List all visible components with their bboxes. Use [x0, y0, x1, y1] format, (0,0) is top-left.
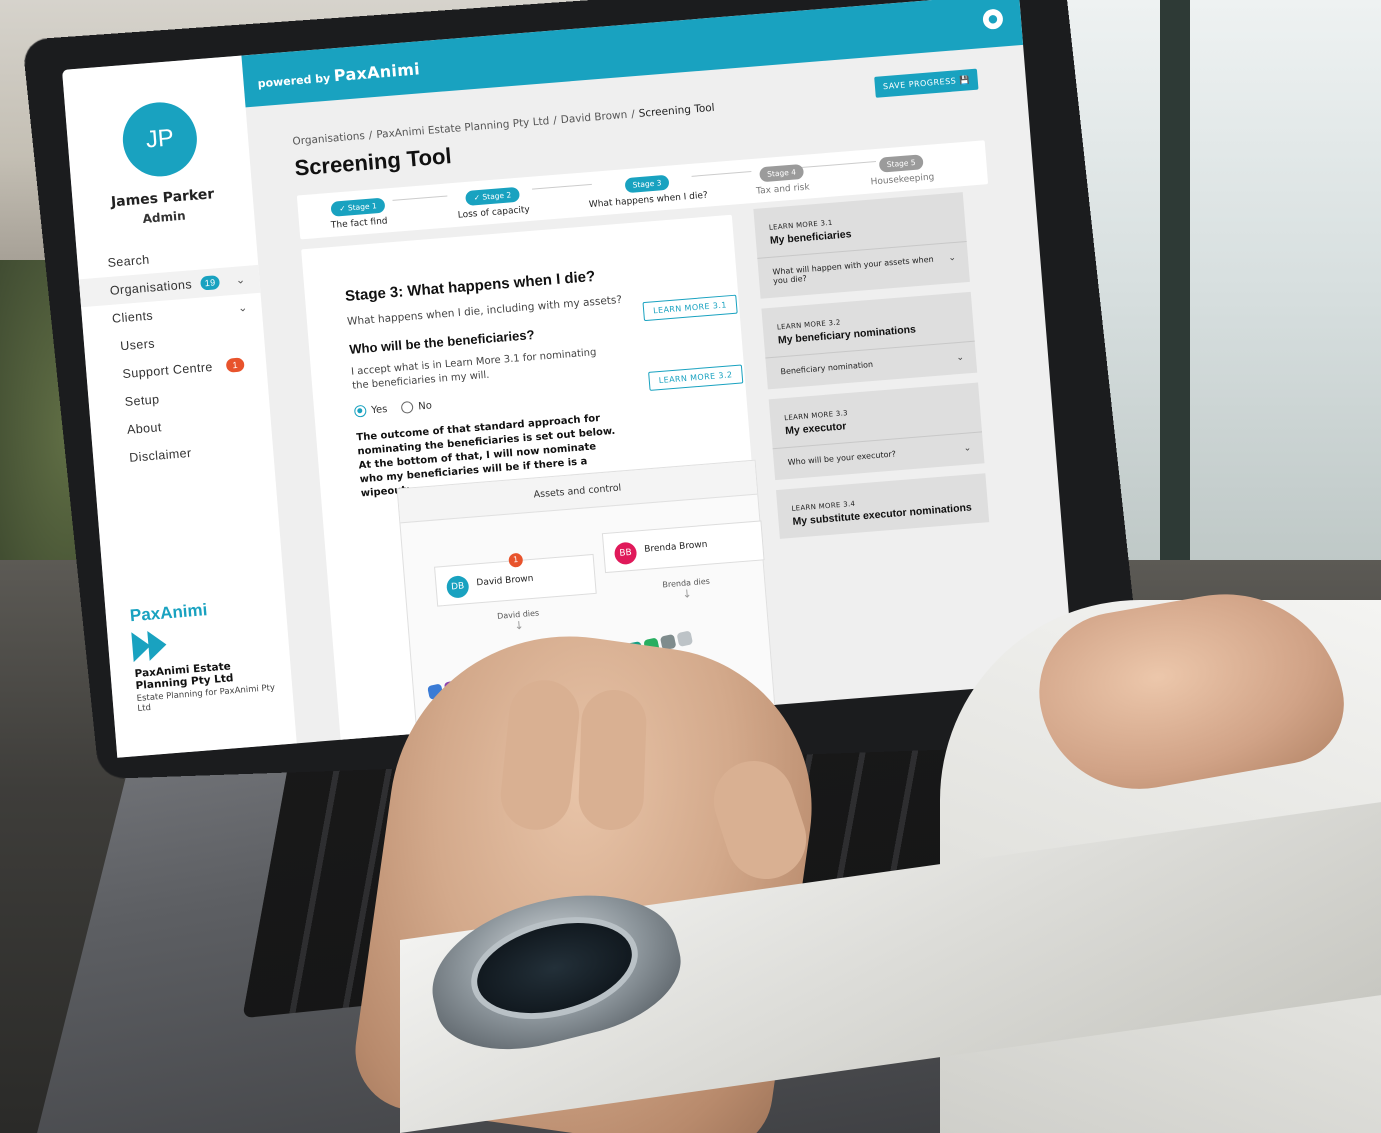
powered-by: powered by PaxAnimi — [257, 59, 421, 91]
stage-label: Tax and risk — [755, 182, 811, 197]
brand-mark-icon — [131, 629, 177, 663]
brand-block: PaxAnimi PaxAnimi Estate Planning Pty Lt… — [129, 594, 287, 714]
alert-badge: 1 — [225, 357, 245, 373]
learn-more-card[interactable]: LEARN MORE 3.3 My executor Who will be y… — [768, 382, 985, 481]
stage-1-step[interactable]: ✓ Stage 1 The fact find — [317, 192, 399, 232]
sidebar-nav: Search Organisations 19 ⌄ Clients ⌄ User… — [77, 237, 274, 475]
learn-more-card[interactable]: LEARN MORE 3.2 My beneficiary nomination… — [761, 291, 978, 390]
sidebar-item-label: Search — [107, 252, 151, 270]
sidebar-item-label: Setup — [124, 392, 160, 410]
stage-pill: Stage 4 — [758, 163, 805, 183]
avatar[interactable]: JP — [120, 99, 200, 180]
radio-no[interactable]: No — [400, 399, 433, 414]
radio-yes-label: Yes — [370, 404, 388, 417]
sidebar-item-label: Users — [119, 336, 156, 354]
stage-3-step[interactable]: Stage 3 What happens when I die? — [586, 167, 708, 211]
sidebar-item-label: Clients — [111, 308, 154, 326]
user-icon[interactable]: ● — [982, 8, 1004, 30]
chevron-down-icon[interactable]: ⌄ — [963, 443, 971, 454]
sidebar-item-label: Disclaimer — [128, 445, 193, 465]
step-connector — [392, 195, 448, 201]
learn-more-question: Who will be your executor? — [787, 449, 897, 468]
powered-prefix: powered by — [257, 71, 331, 91]
breadcrumb-item[interactable]: PaxAnimi Estate Planning Pty Ltd — [376, 115, 550, 141]
stage-2-step[interactable]: ✓ Stage 2 Loss of capacity — [447, 180, 539, 221]
learn-more-panel: LEARN MORE 3.1 My beneficiaries What wil… — [753, 192, 990, 549]
sidebar-item-label: Organisations — [109, 277, 193, 298]
stage-label: Housekeeping — [870, 172, 935, 188]
trash-icon[interactable] — [676, 630, 694, 647]
count-badge: 19 — [200, 275, 221, 291]
chevron-down-icon[interactable]: ⌄ — [235, 266, 247, 295]
stage-label: What happens when I die? — [588, 190, 709, 211]
stage-label: Loss of capacity — [457, 204, 531, 221]
breadcrumb-separator: / — [552, 114, 558, 127]
beneficiary-radio-group: Yes No — [353, 399, 433, 418]
stage-label: The fact find — [330, 216, 388, 231]
window-frame — [1160, 0, 1190, 620]
breadcrumb-item[interactable]: Organisations — [292, 130, 365, 148]
page-title: Screening Tool — [293, 143, 453, 181]
brand-logo: PaxAnimi — [129, 600, 208, 626]
watch-face — [460, 900, 649, 1036]
chevron-down-icon[interactable]: ⌄ — [237, 294, 249, 323]
radio-unchecked-icon — [400, 400, 414, 414]
stage-5-step[interactable]: Stage 5 Housekeeping — [860, 148, 942, 188]
finger — [577, 688, 648, 832]
stage-pill: ✓ Stage 2 — [465, 186, 520, 207]
learn-more-question: Beneficiary nomination — [780, 359, 874, 377]
radio-checked-icon — [353, 404, 367, 418]
warning-badge: 1 — [508, 552, 524, 568]
save-progress-button[interactable]: SAVE PROGRESS 💾 — [874, 68, 979, 98]
breadcrumb-item[interactable]: David Brown — [560, 109, 627, 126]
learn-more-question: What will happen with your assets when y… — [772, 254, 934, 286]
learn-more-3-1-button[interactable]: LEARN MORE 3.1 — [642, 294, 738, 322]
step-connector — [532, 183, 592, 190]
learn-more-card[interactable]: LEARN MORE 3.1 My beneficiaries What wil… — [753, 192, 970, 299]
sidebar-item-label: Support Centre — [122, 359, 214, 382]
stage-pill: ✓ Stage 1 — [330, 197, 386, 217]
radio-no-label: No — [417, 400, 433, 413]
chevron-down-icon[interactable]: ⌄ — [956, 353, 964, 364]
stage-pill: Stage 3 — [624, 174, 670, 194]
sidebar-item-label: About — [126, 420, 163, 437]
powered-brand: PaxAnimi — [333, 59, 421, 86]
stage-pill: Stage 5 — [878, 154, 925, 173]
breadcrumb: Organisations / PaxAnimi Estate Planning P… — [292, 102, 715, 148]
stage-4-step[interactable]: Stage 4 Tax and risk — [746, 158, 819, 198]
learn-more-3-2-button[interactable]: LEARN MORE 3.2 — [648, 364, 744, 391]
chevron-down-icon[interactable]: ⌄ — [948, 253, 956, 264]
save-icon: 💾 — [958, 75, 971, 86]
save-progress-label: SAVE PROGRESS — [882, 76, 957, 92]
breadcrumb-separator: / — [368, 129, 373, 142]
breadcrumb-separator: / — [630, 108, 636, 121]
radio-yes[interactable]: Yes — [353, 403, 388, 418]
breadcrumb-current: Screening Tool — [638, 101, 716, 120]
